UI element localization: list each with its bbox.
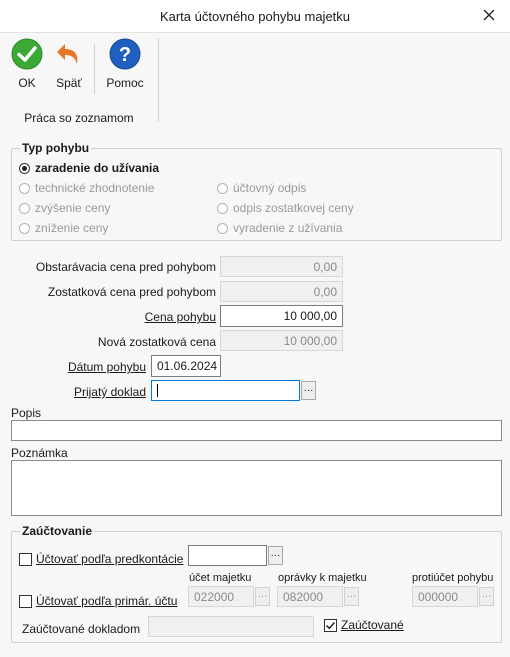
checkbox-box	[324, 618, 337, 632]
radio-label: vyradenie z užívania	[233, 221, 343, 235]
back-label: Späť	[56, 76, 82, 90]
ok-label: OK	[18, 76, 36, 90]
counter-account-browse-button[interactable]: ···	[479, 587, 494, 606]
checkbox-box	[19, 552, 32, 566]
checkmark-icon	[325, 621, 336, 629]
posted-doc-label: Zaúčtované dokladom	[22, 622, 141, 636]
document-browse-button[interactable]: ···	[301, 381, 316, 400]
counter-account-label: protiúčet pohybu	[412, 572, 494, 584]
date-label: Dátum pohybu	[67, 360, 146, 374]
back-button[interactable]: Späť	[52, 38, 86, 94]
undo-arrow-icon	[57, 44, 78, 64]
radio-uctovny-odpis[interactable]: účtovný odpis	[217, 181, 306, 195]
asset-account-field: 022000	[188, 586, 254, 607]
radio-circle	[217, 202, 228, 214]
radio-circle	[19, 162, 30, 174]
residual-before-label: Zostatková cena pred pohybom	[47, 285, 216, 299]
radio-label: zvýšenie ceny	[35, 201, 111, 215]
posting-legend: Zaúčtovanie	[22, 524, 93, 538]
description-label: Popis	[11, 406, 42, 420]
note-label: Poznámka	[11, 446, 68, 460]
radio-zaradenie[interactable]: zaradenie do užívania	[19, 161, 159, 175]
asset-account-label: účet majetku	[189, 572, 252, 584]
new-residual-label: Nová zostatková cena	[97, 335, 216, 349]
radio-circle	[217, 222, 228, 234]
text-caret	[157, 384, 158, 397]
checkmark-icon	[11, 38, 43, 70]
posted-checkbox[interactable]: Zaúčtované	[324, 618, 404, 632]
description-input[interactable]	[11, 420, 502, 441]
radio-znizenie-ceny[interactable]: zníženie ceny	[19, 221, 108, 235]
price-label: Cena pohybu	[144, 310, 216, 324]
corrections-label: oprávky k majetku	[278, 572, 367, 584]
document-input[interactable]	[151, 380, 300, 401]
checkbox-label: Účtovať podľa primár. účtu	[36, 594, 178, 608]
corrections-field: 082000	[277, 586, 343, 607]
radio-zvysenie-ceny[interactable]: zvýšenie ceny	[19, 201, 110, 215]
toolbar-divider	[94, 44, 95, 94]
by-template-checkbox[interactable]: Účtovať podľa predkontácie	[19, 552, 183, 566]
asset-account-browse-button[interactable]: ···	[255, 587, 270, 606]
acq-price-before-label: Obstarávacia cena pred pohybom	[35, 260, 216, 274]
checkbox-label: Zaúčtované	[341, 618, 404, 632]
acq-price-before-field: 0,00	[220, 256, 343, 277]
movement-type-legend: Typ pohybu	[22, 141, 90, 155]
checkbox-box	[19, 594, 32, 608]
radio-circle	[19, 182, 30, 194]
radio-odpis-zostatkovej-ceny[interactable]: odpis zostatkovej ceny	[217, 201, 354, 215]
new-residual-field: 10 000,00	[220, 330, 343, 351]
radio-label: zníženie ceny	[35, 221, 109, 235]
radio-label: technické zhodnotenie	[35, 181, 155, 195]
radio-circle	[217, 182, 228, 194]
radio-label: účtovný odpis	[233, 181, 307, 195]
window-title: Karta účtovného pohybu majetku	[159, 9, 351, 24]
template-input[interactable]	[188, 545, 267, 566]
posted-doc-field	[148, 616, 314, 637]
group-divider	[158, 38, 159, 122]
radio-technicke-zhodnotenie[interactable]: technické zhodnotenie	[19, 181, 154, 195]
document-label: Prijatý doklad	[73, 385, 146, 399]
template-browse-button[interactable]: ···	[268, 546, 283, 565]
radio-label: odpis zostatkovej ceny	[233, 201, 354, 215]
close-icon[interactable]	[478, 4, 500, 26]
radio-label: zaradenie do užívania	[35, 161, 160, 175]
checkbox-label: Účtovať podľa predkontácie	[36, 552, 184, 566]
radio-circle	[19, 222, 30, 234]
counter-account-field: 000000	[412, 586, 478, 607]
help-icon: ?	[109, 38, 141, 70]
radio-circle	[19, 202, 30, 214]
note-textarea[interactable]	[11, 460, 502, 516]
by-primary-checkbox[interactable]: Účtovať podľa primár. účtu	[19, 594, 177, 608]
price-input[interactable]: 10 000,00	[220, 305, 343, 327]
toolbar-group-label: Práca so zoznamom	[24, 111, 134, 125]
help-button[interactable]: ? Pomoc	[104, 38, 146, 94]
radio-vyradenie-z-uzivania[interactable]: vyradenie z užívania	[217, 221, 342, 235]
date-input[interactable]: 01.06.2024	[151, 355, 221, 377]
svg-text:?: ?	[119, 44, 131, 66]
corrections-browse-button[interactable]: ···	[344, 587, 359, 606]
help-label: Pomoc	[106, 76, 144, 90]
residual-before-field: 0,00	[220, 281, 343, 302]
ok-button[interactable]: OK	[10, 38, 44, 94]
